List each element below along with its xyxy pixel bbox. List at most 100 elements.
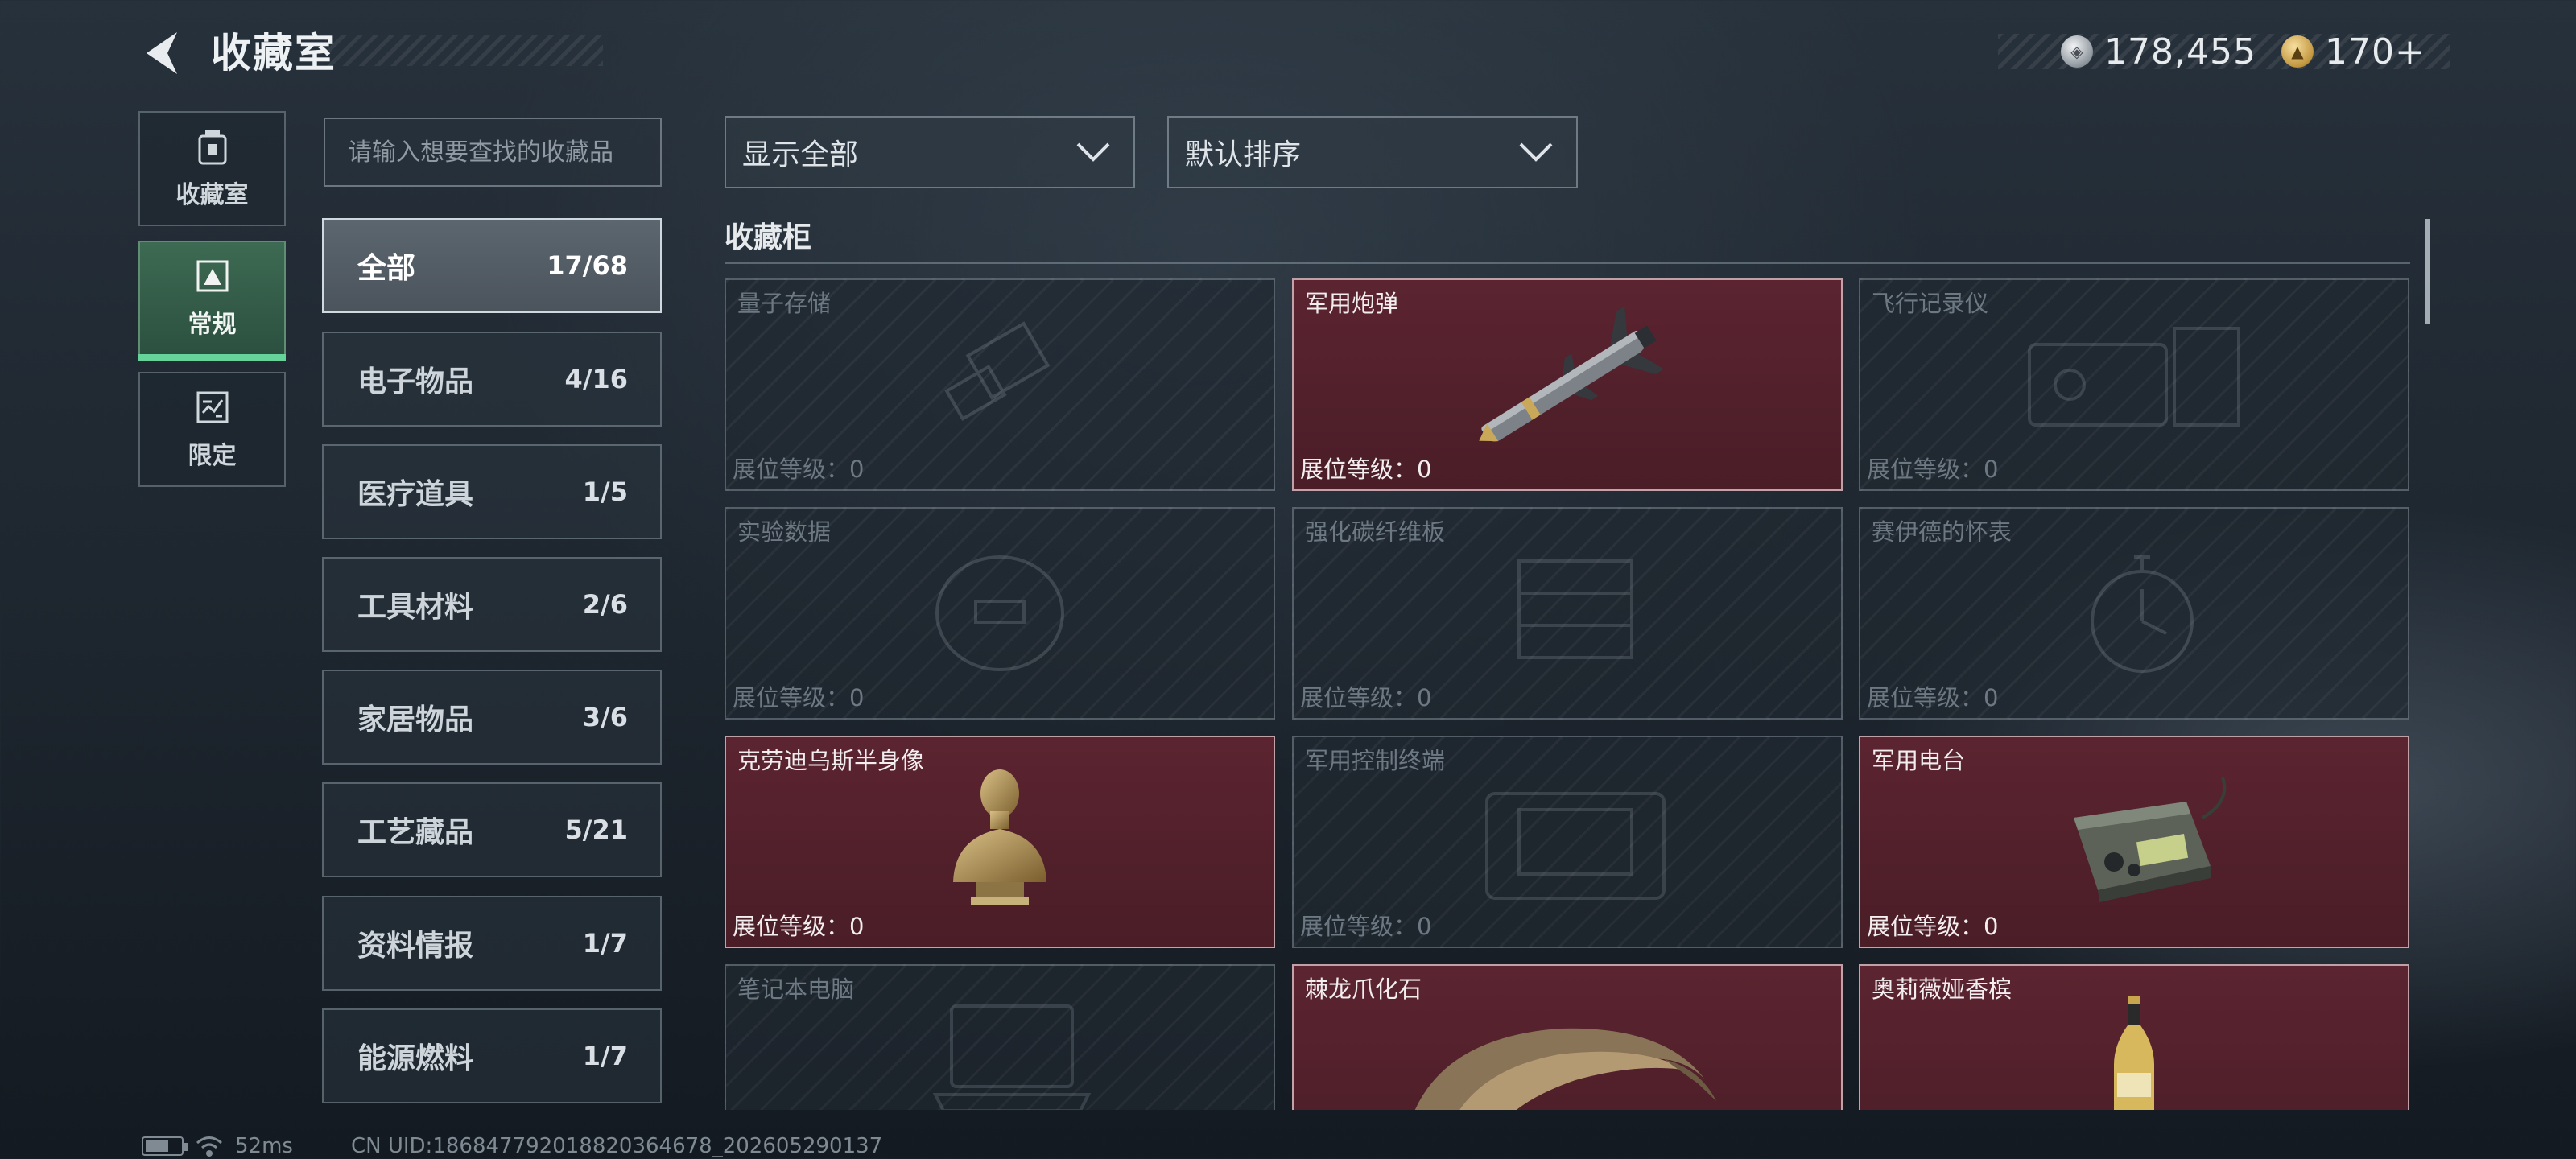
collection-card[interactable]: 克劳迪乌斯半身像 展位等级：0 — [724, 736, 1275, 948]
category-name: 医疗道具 — [357, 478, 474, 511]
item-name: 赛伊德的怀表 — [1872, 518, 2013, 546]
item-level: 展位等级：0 — [1300, 908, 1431, 942]
control-terminal-icon — [1485, 792, 1666, 900]
currency-gold[interactable]: ▲ 170+ — [2281, 26, 2425, 77]
nav-collection-room[interactable]: 收藏室 — [138, 111, 286, 226]
level-label: 展位等级： — [733, 913, 850, 940]
item-name: 奥莉薇娅香槟 — [1872, 975, 2013, 1003]
show-filter-value: 显示全部 — [742, 138, 859, 171]
collection-card[interactable]: 奥莉薇娅香槟 — [1859, 964, 2409, 1110]
laptop-icon — [932, 1004, 1092, 1110]
level-value: 0 — [849, 684, 865, 711]
radio-icon — [2074, 777, 2227, 902]
back-arrow-icon — [147, 32, 177, 74]
sort-value: 默认排序 — [1185, 138, 1302, 171]
category-intel[interactable]: 资料情报 1/7 — [322, 896, 662, 991]
level-label: 展位等级： — [1867, 684, 1984, 711]
item-level: 展位等级：0 — [733, 908, 864, 942]
level-value: 0 — [1417, 456, 1432, 483]
back-button[interactable] — [138, 29, 184, 77]
category-household[interactable]: 家居物品 3/6 — [322, 670, 662, 765]
title-decoration — [325, 35, 603, 66]
show-filter-dropdown[interactable]: 显示全部 — [724, 116, 1135, 188]
nav-label: 限定 — [188, 441, 237, 470]
missile-icon — [1479, 306, 1664, 442]
section-title: 收藏柜 — [724, 221, 812, 254]
pocket-watch-icon — [2091, 555, 2194, 673]
level-label: 展位等级： — [733, 684, 850, 711]
usb-drive-icon — [944, 321, 1051, 422]
item-name: 实验数据 — [737, 518, 832, 546]
sort-dropdown[interactable]: 默认排序 — [1167, 116, 1578, 188]
nav-limited[interactable]: 限定 — [138, 372, 286, 487]
search-box[interactable] — [324, 118, 662, 187]
item-level: 展位等级：0 — [733, 679, 864, 713]
category-count: 17/68 — [547, 250, 628, 281]
carbon-plate-icon — [1517, 559, 1633, 659]
item-name: 飞行记录仪 — [1872, 290, 1989, 317]
category-name: 工艺藏品 — [357, 816, 474, 849]
category-electronics[interactable]: 电子物品 4/16 — [322, 332, 662, 427]
collection-card[interactable]: 实验数据 展位等级：0 — [724, 507, 1275, 720]
collection-card[interactable]: 赛伊德的怀表 展位等级：0 — [1859, 507, 2409, 720]
item-name: 军用电台 — [1872, 747, 1966, 774]
level-label: 展位等级： — [1867, 456, 1984, 483]
item-name: 军用炮弹 — [1305, 290, 1399, 317]
currency-silver[interactable]: ◈ 178,455 — [2061, 26, 2256, 77]
search-input[interactable] — [348, 138, 660, 167]
collection-card[interactable]: 强化碳纤维板 展位等级：0 — [1292, 507, 1843, 720]
gold-coin-icon: ▲ — [2281, 35, 2314, 68]
wifi-icon — [196, 1136, 222, 1157]
level-value: 0 — [1984, 913, 1999, 940]
category-name: 全部 — [357, 252, 416, 285]
category-name: 工具材料 — [357, 591, 474, 624]
level-value: 0 — [849, 456, 865, 483]
item-name: 强化碳纤维板 — [1305, 518, 1446, 546]
limited-icon — [196, 391, 228, 423]
item-level: 展位等级：0 — [1867, 679, 1998, 713]
item-level: 展位等级：0 — [733, 451, 864, 485]
category-name: 资料情报 — [357, 930, 474, 963]
silver-coin-icon: ◈ — [2061, 35, 2093, 68]
collection-card[interactable]: 军用炮弹 展位等级：0 — [1292, 278, 1843, 491]
category-all[interactable]: 全部 17/68 — [322, 218, 662, 313]
category-count: 2/6 — [582, 589, 628, 620]
gold-amount: 170+ — [2325, 31, 2425, 72]
data-disc-icon — [935, 555, 1064, 671]
status-bar: 52ms CN UID:186847792018820364678_202605… — [142, 1130, 882, 1159]
item-name: 量子存储 — [737, 290, 832, 317]
claw-fossil-icon — [1414, 1028, 1716, 1110]
collection-card[interactable]: 军用电台 展位等级：0 — [1859, 736, 2409, 948]
level-value: 0 — [1417, 684, 1432, 711]
category-name: 电子物品 — [357, 365, 474, 398]
collection-card[interactable]: 棘龙爪化石 — [1292, 964, 1843, 1110]
category-name: 家居物品 — [357, 703, 474, 736]
collection-card[interactable]: 飞行记录仪 展位等级：0 — [1859, 278, 2409, 491]
collection-card[interactable]: 笔记本电脑 — [724, 964, 1275, 1110]
chevron-down-icon — [1519, 142, 1553, 162]
silver-amount: 178,455 — [2104, 31, 2256, 72]
uid-text: CN UID:186847792018820364678_20260529013… — [350, 1134, 883, 1158]
category-count: 1/7 — [582, 1041, 628, 1071]
category-tools[interactable]: 工具材料 2/6 — [322, 557, 662, 652]
champagne-bottle-icon — [2114, 996, 2154, 1110]
grid-scrollbar[interactable] — [2425, 219, 2430, 324]
collection-card[interactable]: 量子存储 展位等级：0 — [724, 278, 1275, 491]
item-level: 展位等级：0 — [1300, 679, 1431, 713]
nav-regular[interactable]: 常规 — [138, 241, 286, 361]
item-name: 军用控制终端 — [1305, 747, 1446, 774]
collection-card[interactable]: 军用控制终端 展位等级：0 — [1292, 736, 1843, 948]
level-label: 展位等级： — [733, 456, 850, 483]
level-label: 展位等级： — [1867, 913, 1984, 940]
category-count: 5/21 — [564, 815, 628, 845]
collection-grid: 量子存储 展位等级：0 军用炮弹 展位等级：0 飞行记录仪 展位等级：0 实验数… — [724, 278, 2410, 1110]
bust-statue-icon — [953, 769, 1046, 905]
level-value: 0 — [1417, 913, 1432, 940]
nav-label: 常规 — [188, 310, 237, 339]
category-crafts[interactable]: 工艺藏品 5/21 — [322, 782, 662, 877]
item-name: 棘龙爪化石 — [1305, 975, 1422, 1003]
category-medical[interactable]: 医疗道具 1/5 — [322, 444, 662, 539]
regular-icon — [196, 260, 228, 291]
category-energy[interactable]: 能源燃料 1/7 — [322, 1008, 662, 1103]
level-label: 展位等级： — [1300, 913, 1418, 940]
